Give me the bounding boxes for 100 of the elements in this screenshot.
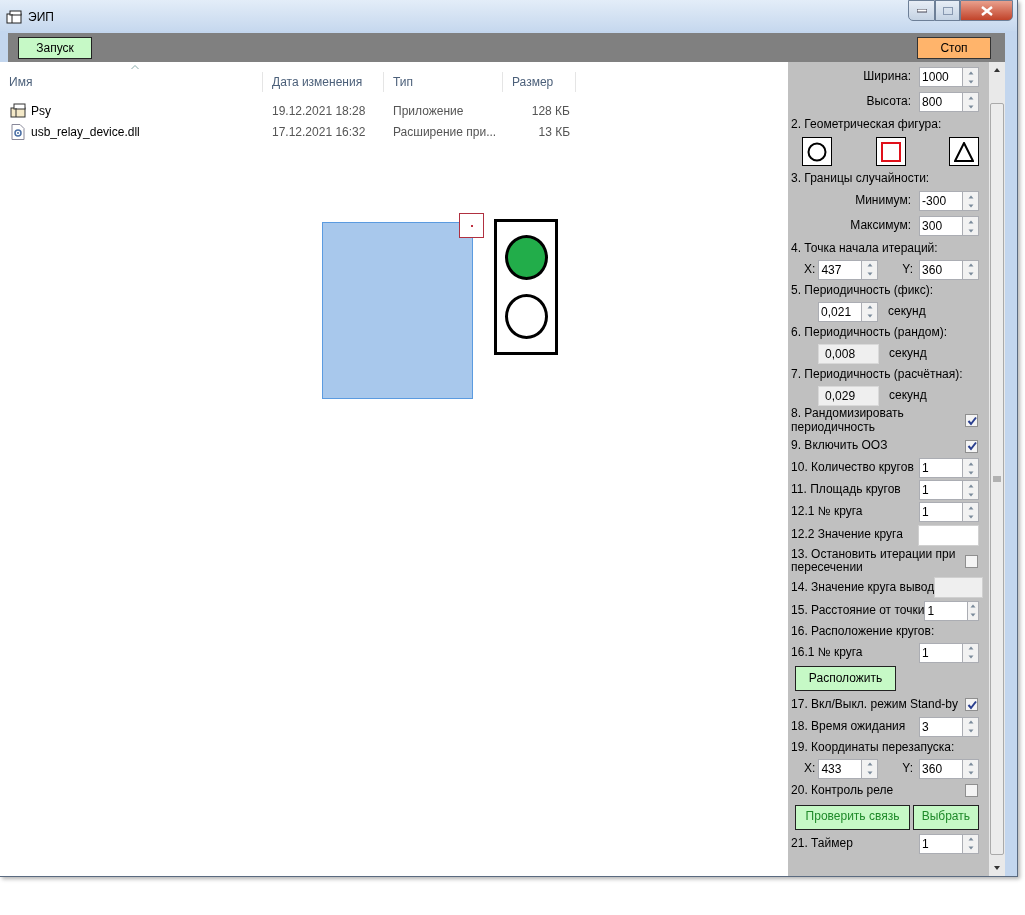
number-field[interactable]: 800 xyxy=(919,92,964,112)
minimize-icon xyxy=(916,8,927,13)
action-button[interactable]: Выбрать xyxy=(912,804,980,830)
unit-label: секунд xyxy=(888,304,926,319)
spin-buttons[interactable] xyxy=(963,642,980,663)
minimize-button[interactable] xyxy=(908,0,935,21)
file-name[interactable]: Psy xyxy=(31,101,51,120)
file-date: 19.12.2021 18:28 xyxy=(272,103,366,118)
file-size: 13 КБ xyxy=(538,124,570,139)
field-label: 21. Таймер xyxy=(791,836,853,851)
start-button[interactable]: Запуск xyxy=(18,36,92,59)
spin-buttons[interactable] xyxy=(963,502,980,523)
check-icon xyxy=(966,441,977,452)
action-button[interactable]: Расположить xyxy=(795,666,897,692)
marker-square xyxy=(459,213,484,238)
section-caption: 6. Периодичность (рандом): xyxy=(791,325,948,340)
number-field[interactable]: 1 xyxy=(919,480,964,501)
action-button[interactable]: Проверить связь xyxy=(795,804,911,830)
spin-buttons[interactable] xyxy=(963,458,980,479)
close-icon xyxy=(980,5,993,16)
app-window-icon xyxy=(6,10,22,24)
field-label: 16.1 № круга xyxy=(791,645,863,660)
checkbox[interactable] xyxy=(965,784,979,798)
readonly-field[interactable]: 0,029 xyxy=(818,385,880,406)
text-field[interactable] xyxy=(918,524,980,546)
number-field[interactable]: 437 xyxy=(818,259,863,280)
close-button[interactable] xyxy=(960,0,1013,21)
number-field[interactable]: 1 xyxy=(919,833,964,854)
scroll-up-icon[interactable] xyxy=(993,67,1001,73)
field-label: Y: xyxy=(902,262,914,277)
readonly-field[interactable]: 0,008 xyxy=(818,343,880,364)
checkbox[interactable] xyxy=(965,414,979,428)
spin-buttons[interactable] xyxy=(963,216,980,236)
section-caption: 3. Границы случайности: xyxy=(791,171,930,186)
column-header[interactable]: Имя xyxy=(9,75,33,89)
scroll-down-icon[interactable] xyxy=(993,865,1001,871)
number-field[interactable]: 3 xyxy=(919,716,964,737)
shape-button[interactable] xyxy=(802,137,833,166)
column-header[interactable]: Размер xyxy=(512,75,554,89)
check-icon xyxy=(966,699,977,710)
section-caption: 4. Точка начала итераций: xyxy=(791,241,938,256)
circle-icon xyxy=(807,141,828,162)
checkbox[interactable] xyxy=(965,439,979,453)
checkbox-label: 8. Рандомизировать периодичность xyxy=(791,407,905,435)
spin-buttons[interactable] xyxy=(963,480,980,501)
maximize-icon xyxy=(942,6,953,15)
spin-buttons[interactable] xyxy=(963,92,980,112)
section-caption: 19. Координаты перезапуска: xyxy=(791,740,955,755)
unit-label: секунд xyxy=(889,346,927,361)
maximize-button[interactable] xyxy=(935,0,960,21)
application-icon xyxy=(10,103,26,118)
checkbox-label: 13. Остановить итерации при пересечении xyxy=(791,547,957,576)
field-label: Y: xyxy=(902,761,914,776)
shape-button[interactable] xyxy=(949,137,980,166)
spin-buttons[interactable] xyxy=(862,301,879,322)
field-label: 14. Значение круга вывод xyxy=(791,580,935,595)
field-label: Ширина: xyxy=(863,70,912,84)
triangle-icon xyxy=(954,141,975,162)
field-label: Высота: xyxy=(866,95,912,109)
file-size: 128 КБ xyxy=(531,103,570,118)
spin-buttons[interactable] xyxy=(963,758,980,779)
column-header[interactable]: Дата изменения xyxy=(272,75,363,89)
stop-button[interactable]: Стоп xyxy=(917,36,991,59)
column-header[interactable]: Тип xyxy=(393,75,413,89)
checkbox[interactable] xyxy=(965,698,979,712)
window-title: ЭИП xyxy=(28,9,54,26)
number-field[interactable]: 1 xyxy=(919,502,964,523)
file-name[interactable]: usb_relay_device.dll xyxy=(31,122,140,141)
section-caption: 2. Геометрическая фигура: xyxy=(791,117,942,132)
field-label: Минимум: xyxy=(855,194,912,208)
number-field[interactable]: 433 xyxy=(818,758,863,779)
spin-buttons[interactable] xyxy=(963,191,980,211)
number-field[interactable]: 1 xyxy=(919,458,964,479)
field-label: Максимум: xyxy=(850,219,912,233)
number-field[interactable]: 300 xyxy=(919,216,964,236)
field-label: 12.2 Значение круга xyxy=(791,528,903,542)
spin-buttons[interactable] xyxy=(862,259,879,280)
checkbox[interactable] xyxy=(965,554,979,568)
file-gear-icon xyxy=(10,123,26,140)
check-icon xyxy=(966,415,977,426)
number-field[interactable]: 1000 xyxy=(919,67,964,87)
section-caption: 7. Периодичность (расчётная): xyxy=(791,367,963,382)
spin-buttons[interactable] xyxy=(963,67,980,87)
file-type: Приложение xyxy=(393,103,464,118)
number-field[interactable]: 0,021 xyxy=(818,301,863,322)
number-field[interactable]: 360 xyxy=(919,259,964,280)
number-field[interactable]: 360 xyxy=(919,758,964,779)
spin-buttons[interactable] xyxy=(963,833,980,854)
spin-buttons[interactable] xyxy=(862,758,879,779)
checkbox-label: 20. Контроль реле xyxy=(791,783,895,798)
number-field[interactable]: 1 xyxy=(919,642,964,663)
shape-button[interactable] xyxy=(875,137,906,166)
scrollbar[interactable] xyxy=(989,62,1005,876)
spin-buttons[interactable] xyxy=(963,259,980,280)
number-field[interactable]: 1 xyxy=(924,600,969,621)
field-label: 12.1 № круга xyxy=(791,505,863,519)
section-caption: 5. Периодичность (фикс): xyxy=(791,283,934,298)
number-field[interactable]: -300 xyxy=(919,191,964,211)
unit-label: секунд xyxy=(889,388,927,403)
spin-buttons[interactable] xyxy=(968,600,980,621)
